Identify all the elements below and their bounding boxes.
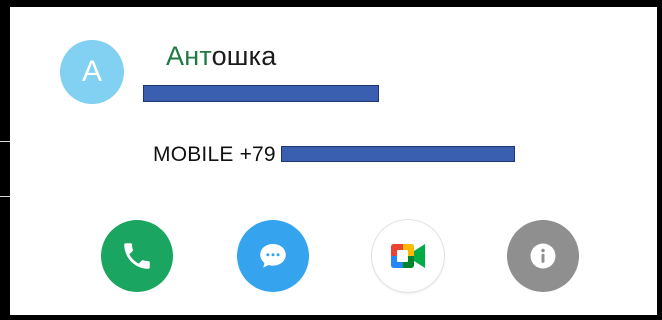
call-button[interactable] xyxy=(101,220,173,292)
avatar: A xyxy=(60,40,124,104)
phone-icon xyxy=(124,243,150,269)
contact-name-highlight: Ант xyxy=(166,41,212,71)
divider-line xyxy=(0,196,10,197)
video-call-button[interactable] xyxy=(372,220,444,292)
message-button[interactable] xyxy=(237,220,309,292)
phone-number[interactable]: MOBILE +79 xyxy=(153,143,276,167)
info-button[interactable] xyxy=(507,220,579,292)
info-icon xyxy=(530,243,556,269)
redaction-bar xyxy=(281,146,515,162)
message-bubble-icon xyxy=(260,244,286,268)
divider-line xyxy=(0,141,10,142)
google-meet-icon xyxy=(391,244,425,268)
contact-name-rest: ошка xyxy=(211,41,277,71)
redaction-bar xyxy=(143,85,379,102)
contact-name: Антошка xyxy=(166,41,277,72)
avatar-letter: A xyxy=(81,55,102,88)
